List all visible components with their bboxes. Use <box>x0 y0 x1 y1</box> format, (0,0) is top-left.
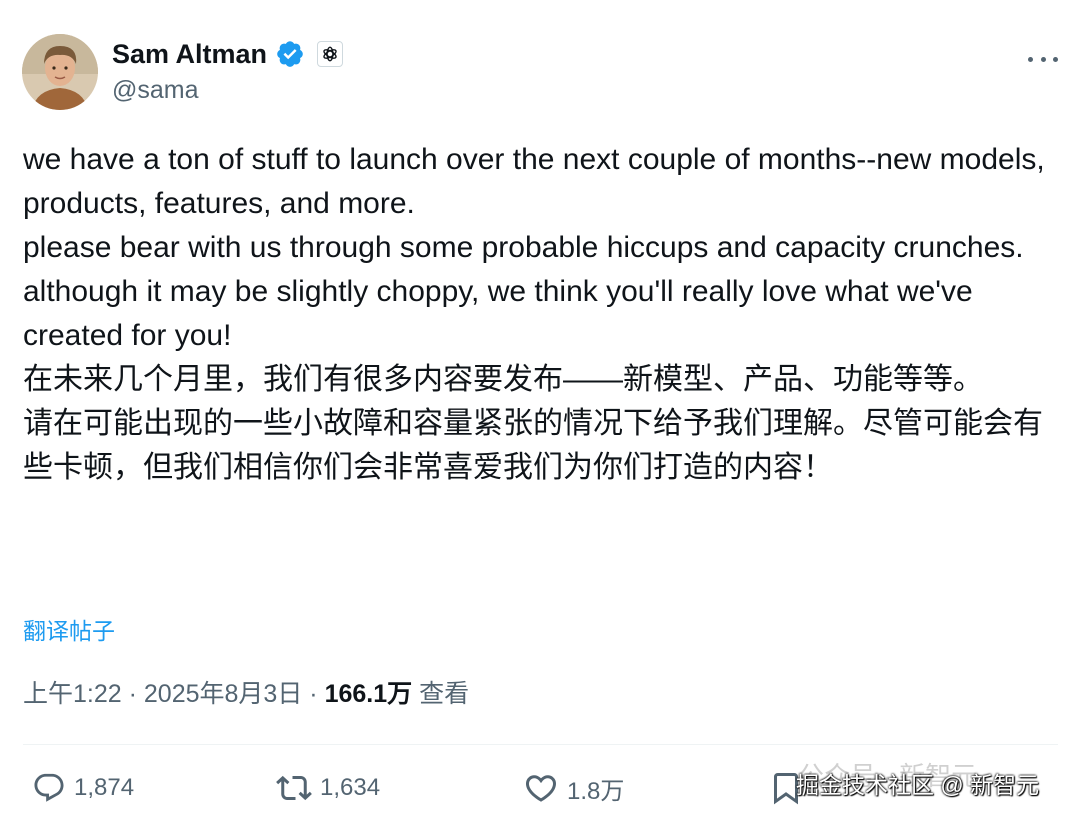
views-count: 166.1万 <box>324 680 413 708</box>
tweet-paragraph-zh-1: 在未来几个月里，我们有很多内容要发布——新模型、产品、功能等等。 <box>23 363 983 396</box>
tweet-paragraph-en-2: please bear with us through some probabl… <box>23 231 1024 352</box>
verified-badge-icon[interactable] <box>275 39 305 69</box>
dot <box>1028 56 1033 62</box>
divider <box>23 744 1058 745</box>
retweet-count: 1,634 <box>320 774 381 801</box>
like-count: 1.8万 <box>567 777 625 805</box>
more-options-icon[interactable] <box>1028 48 1058 70</box>
dot <box>1040 56 1046 62</box>
reply-count: 1,874 <box>74 774 135 801</box>
like-button[interactable]: 1.8万 <box>523 766 624 810</box>
watermark: 掘金技术社区 @ 新智元 <box>796 772 1040 798</box>
tweet-card: Sam Altman @sama we have a ton of stuff … <box>0 0 1080 820</box>
heart-icon <box>525 775 557 802</box>
author-row: Sam Altman <box>112 36 344 72</box>
author-handle[interactable]: @sama <box>112 76 199 105</box>
author-name[interactable]: Sam Altman <box>112 39 267 70</box>
tweet-time[interactable]: 上午1:22 <box>23 680 122 708</box>
dot <box>1053 56 1058 62</box>
tweet-date[interactable]: 2025年8月3日 <box>144 680 302 708</box>
views-label: 查看 <box>419 680 470 708</box>
tweet-meta: 上午1:22 · 2025年8月3日 · 166.1万 查看 <box>23 674 469 710</box>
meta-separator: · <box>128 680 137 708</box>
avatar[interactable] <box>22 34 98 110</box>
openai-logo-icon[interactable] <box>317 41 344 67</box>
tweet-paragraph-zh-2: 请在可能出现的一些小故障和容量紧张的情况下给予我们理解。尽管可能会有些卡顿，但我… <box>23 407 1043 484</box>
retweet-button[interactable]: 1,634 <box>276 766 380 810</box>
tweet-text: we have a ton of stuff to launch over th… <box>23 138 1053 490</box>
reply-button[interactable]: 1,874 <box>32 766 134 810</box>
tweet-paragraph-en-1: we have a ton of stuff to launch over th… <box>23 143 1045 220</box>
retweet-icon <box>276 775 312 801</box>
reply-icon <box>34 773 64 802</box>
translate-post-link[interactable]: 翻译帖子 <box>23 612 115 646</box>
meta-separator: · <box>309 680 318 708</box>
